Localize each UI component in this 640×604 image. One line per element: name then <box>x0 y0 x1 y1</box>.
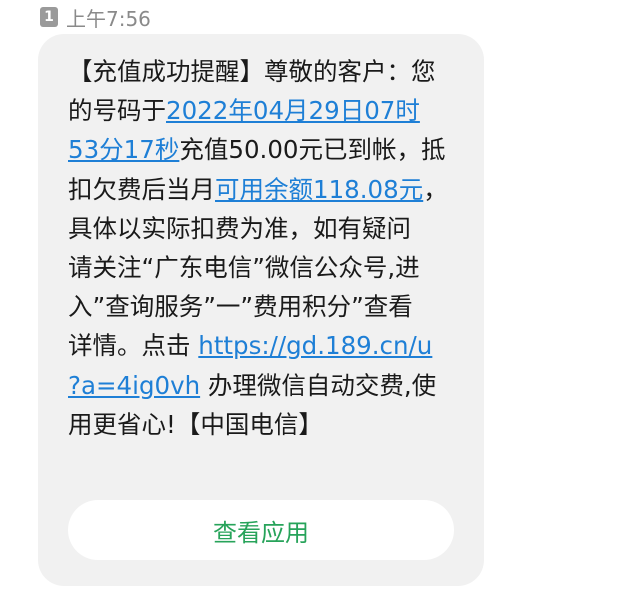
message-line: 【充值成功提醒】尊敬的客户：您 <box>68 57 436 86</box>
message-meta-row: 1 上午7:56 <box>40 4 151 31</box>
url-link[interactable]: https://gd.189.cn/u <box>198 331 432 360</box>
message-line: ?a=4ig0vh 办理微信自动交费,使 <box>68 370 437 400</box>
message-timestamp: 上午7:56 <box>66 6 151 31</box>
message-line: 用更省心!【中国电信】 <box>68 409 323 439</box>
message-line: 请关注“广东电信”微信公众号,进 <box>68 253 420 283</box>
sim-card-icon: 1 <box>40 7 58 27</box>
message-body: 【充值成功提醒】尊敬的客户：您 的号码于2022年04月29日07时 53分17… <box>68 52 448 444</box>
view-app-button[interactable]: 查看应用 <box>68 500 454 560</box>
message-line: 53分17秒充值50.00元已到帐，抵 <box>68 135 446 165</box>
message-line: 入”查询服务”一”费用积分”查看 <box>68 292 413 322</box>
sms-message-screen: 1 上午7:56 【充值成功提醒】尊敬的客户：您 的号码于2022年04月29日… <box>0 0 640 604</box>
balance-link[interactable]: 可用余额118.08元 <box>215 175 423 204</box>
date-link[interactable]: 2022年04月29日07时 <box>166 96 420 125</box>
time-link[interactable]: 53分17秒 <box>68 135 179 164</box>
url-link-continued[interactable]: ?a=4ig0vh <box>68 371 200 400</box>
message-line: 具体以实际扣费为准，如有疑问 <box>68 213 411 243</box>
message-line: 扣欠费后当月可用余额118.08元， <box>68 174 448 204</box>
message-line: 详情。点击 https://gd.189.cn/u <box>68 331 433 361</box>
message-line: 的号码于2022年04月29日07时 <box>68 96 420 126</box>
